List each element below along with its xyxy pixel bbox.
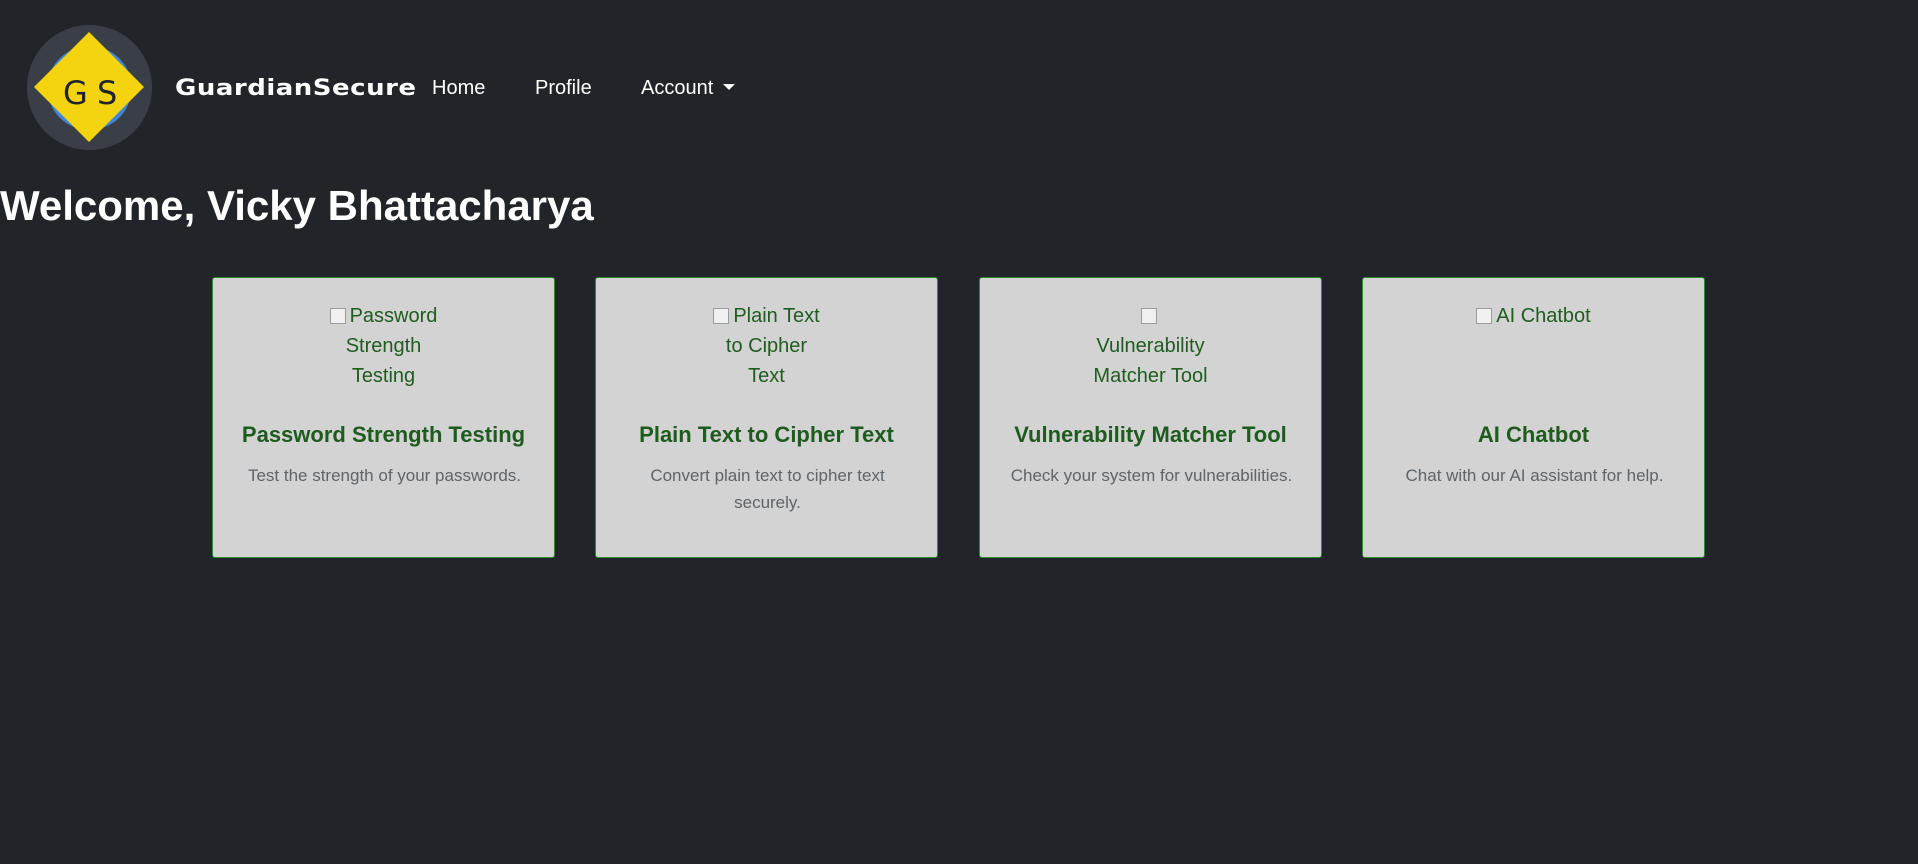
brand-name[interactable]: GuardianSecure	[175, 73, 417, 104]
tool-cards: Password Strength Testing Password Stren…	[212, 277, 1708, 560]
card-text: Test the strength of your passwords.	[247, 466, 522, 485]
nav-account-label: Account	[641, 77, 714, 99]
card-image-broken: AI Chatbot	[1474, 301, 1594, 399]
card-title: AI Chatbot	[1477, 422, 1590, 447]
broken-image-icon	[1140, 308, 1157, 324]
nav-home-link[interactable]: Home	[432, 74, 485, 102]
card-image-broken: Plain Text to Cipher Text	[707, 301, 827, 399]
card-image-alt: Password Strength Testing	[345, 305, 438, 387]
caret-down-icon	[723, 84, 736, 90]
navbar: G S GuardianSecure Home Profile Account	[0, 0, 1918, 178]
svg-text:S: S	[97, 74, 117, 112]
card-password-strength[interactable]: Password Strength Testing Password Stren…	[212, 277, 555, 558]
card-image-alt: AI Chatbot	[1496, 305, 1591, 327]
card-image-alt: Plain Text to Cipher Text	[725, 305, 820, 387]
card-vulnerability-matcher[interactable]: Vulnerability Matcher Tool Vulnerability…	[979, 277, 1322, 558]
card-text: Check your system for vulnerabilities.	[1010, 466, 1293, 485]
card-title: Password Strength Testing	[241, 422, 526, 447]
shield-logo-icon: G S	[27, 25, 152, 150]
card-title: Plain Text to Cipher Text	[639, 422, 894, 447]
card-text: Chat with our AI assistant for help.	[1405, 466, 1664, 485]
broken-image-icon	[1476, 308, 1493, 324]
broken-image-icon	[329, 308, 346, 324]
card-ai-chatbot[interactable]: AI Chatbot AI Chatbot Chat with our AI a…	[1362, 277, 1705, 558]
card-image-alt: Vulnerability Matcher Tool	[1093, 335, 1208, 387]
broken-image-icon	[713, 308, 730, 324]
nav-account-dropdown[interactable]: Account	[641, 74, 736, 102]
nav-profile-link[interactable]: Profile	[535, 74, 592, 102]
card-text: Convert plain text to cipher text secure…	[650, 466, 885, 512]
svg-text:G: G	[63, 74, 88, 112]
brand-logo[interactable]: G S	[27, 25, 152, 150]
card-title: Vulnerability Matcher Tool	[1014, 422, 1287, 447]
card-image-broken: Vulnerability Matcher Tool	[1091, 301, 1211, 399]
card-image-broken: Password Strength Testing	[324, 301, 444, 399]
page-title: Welcome, Vicky Bhattacharya	[0, 182, 594, 229]
card-cipher-text[interactable]: Plain Text to Cipher Text Plain Text to …	[595, 277, 938, 558]
